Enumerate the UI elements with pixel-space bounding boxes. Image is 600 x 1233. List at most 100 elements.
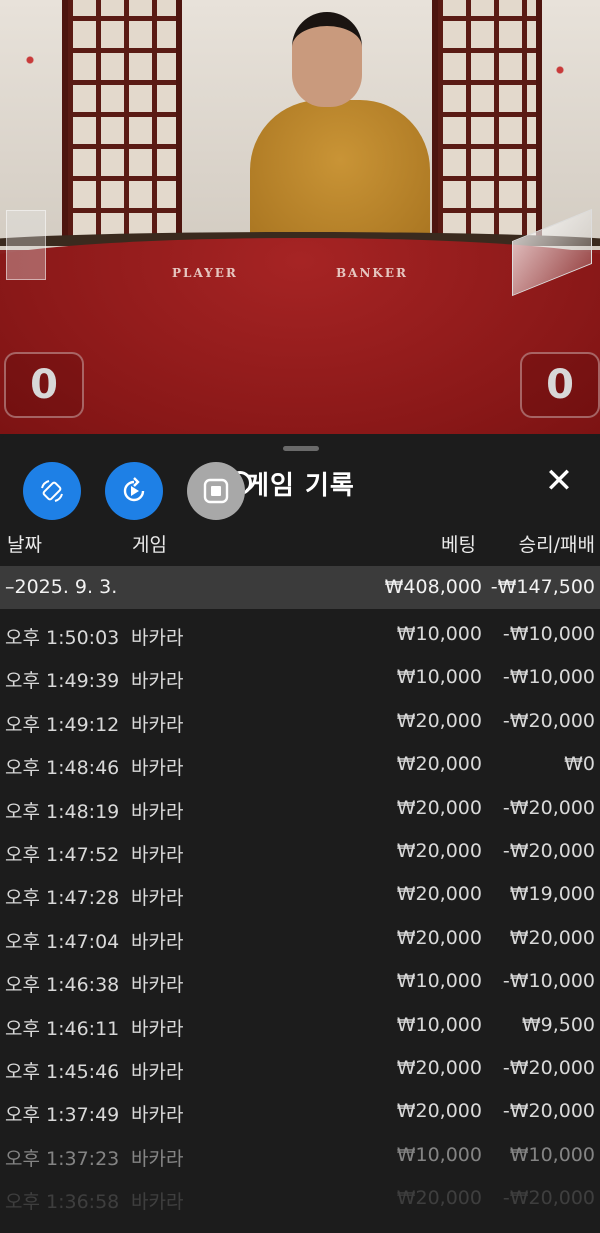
row-result: -₩20,000 bbox=[502, 796, 595, 819]
table-row[interactable]: 오후 1:46:38 바카라 ₩10,000 -₩10,000 bbox=[0, 961, 600, 1004]
row-time: 오후 1:49:12 bbox=[5, 713, 120, 736]
column-result: 승리/패배 bbox=[518, 534, 595, 556]
row-game: 바카라 bbox=[131, 930, 184, 953]
row-result: -₩20,000 bbox=[502, 839, 595, 862]
baccarat-table bbox=[0, 238, 600, 434]
row-time: 오후 1:47:52 bbox=[5, 843, 120, 866]
row-time: 오후 1:46:11 bbox=[5, 1017, 120, 1040]
row-time: 오후 1:50:03 bbox=[5, 627, 120, 649]
row-result: -₩10,000 bbox=[502, 623, 595, 645]
row-bet: ₩10,000 bbox=[396, 970, 482, 993]
row-bet: ₩10,000 bbox=[396, 623, 482, 645]
row-result: ₩9,500 bbox=[521, 1013, 595, 1036]
row-time: 오후 1:48:46 bbox=[5, 757, 120, 780]
row-result: -₩20,000 bbox=[502, 1100, 595, 1123]
column-bet: 베팅 bbox=[441, 534, 476, 556]
close-button[interactable]: ✕ bbox=[542, 464, 576, 498]
row-time: 오후 1:47:04 bbox=[5, 930, 120, 953]
row-game: 바카라 bbox=[131, 1060, 184, 1083]
table-row[interactable]: 오후 1:47:28 바카라 ₩20,000 ₩19,000 bbox=[0, 874, 600, 917]
row-game: 바카라 bbox=[131, 627, 184, 649]
row-bet: ₩20,000 bbox=[396, 1100, 482, 1123]
day-summary-row[interactable]: –2025. 9. 3. ₩408,000 -₩147,500 bbox=[0, 566, 600, 609]
row-bet: ₩20,000 bbox=[396, 1056, 482, 1079]
table-row[interactable]: 오후 1:37:23 바카라 ₩10,000 ₩10,000 bbox=[0, 1135, 600, 1178]
lattice-screen-right bbox=[432, 0, 542, 245]
stop-recording-icon bbox=[203, 478, 229, 504]
table-row[interactable]: 오후 1:47:52 바카라 ₩20,000 -₩20,000 bbox=[0, 831, 600, 874]
row-bet: ₩20,000 bbox=[396, 839, 482, 862]
column-date: 날짜 bbox=[7, 534, 42, 556]
player-felt-label: PLAYER bbox=[172, 266, 238, 280]
lattice-screen-left bbox=[62, 0, 182, 245]
summary-result: -₩147,500 bbox=[490, 576, 595, 598]
row-bet: ₩20,000 bbox=[396, 926, 482, 949]
row-bet: ₩10,000 bbox=[396, 1013, 482, 1036]
row-time: 오후 1:37:23 bbox=[5, 1147, 120, 1170]
row-game: 바카라 bbox=[131, 670, 184, 693]
row-bet: ₩20,000 bbox=[396, 796, 482, 819]
row-time: 오후 1:47:28 bbox=[5, 887, 120, 910]
table-row[interactable]: 오후 1:47:04 바카라 ₩20,000 ₩20,000 bbox=[0, 918, 600, 961]
table-row[interactable]: 오후 1:37:49 바카라 ₩20,000 -₩20,000 bbox=[0, 1091, 600, 1134]
row-game: 바카라 bbox=[131, 843, 184, 866]
row-time: 오후 1:45:46 bbox=[5, 1060, 120, 1083]
row-result: ₩10,000 bbox=[509, 1143, 595, 1166]
banker-score: 0 bbox=[520, 352, 600, 418]
row-time: 오후 1:49:39 bbox=[5, 670, 120, 693]
row-bet: ₩10,000 bbox=[396, 1143, 482, 1166]
table-row[interactable]: 오후 1:49:12 바카라 ₩20,000 -₩20,000 bbox=[0, 701, 600, 744]
row-game: 바카라 bbox=[131, 800, 184, 823]
table-row[interactable]: 오후 1:45:46 바카라 ₩20,000 -₩20,000 bbox=[0, 1048, 600, 1091]
dealer bbox=[250, 100, 430, 250]
row-result: ₩0 bbox=[564, 753, 595, 776]
row-result: -₩20,000 bbox=[502, 709, 595, 732]
row-game: 바카라 bbox=[131, 1191, 184, 1214]
player-score: 0 bbox=[4, 352, 84, 418]
dealer-head bbox=[292, 12, 362, 107]
row-result: ₩19,000 bbox=[509, 883, 595, 906]
banker-felt-label: BANKER bbox=[336, 266, 408, 280]
row-game: 바카라 bbox=[131, 1147, 184, 1170]
table-row[interactable]: 오후 1:48:46 바카라 ₩20,000 ₩0 bbox=[0, 744, 600, 787]
rotate-screen-icon bbox=[41, 480, 63, 502]
row-bet: ₩20,000 bbox=[396, 753, 482, 776]
sheet-drag-handle[interactable] bbox=[283, 446, 319, 451]
row-time: 오후 1:37:49 bbox=[5, 1104, 120, 1127]
table-row[interactable]: 오후 1:46:11 바카라 ₩10,000 ₩9,500 bbox=[0, 1005, 600, 1048]
row-bet: ₩20,000 bbox=[396, 883, 482, 906]
replay-button[interactable] bbox=[105, 462, 163, 520]
table-row[interactable]: 오후 1:36:58 바카라 ₩20,000 -₩20,000 bbox=[0, 1178, 600, 1221]
row-game: 바카라 bbox=[131, 1017, 184, 1040]
row-game: 바카라 bbox=[131, 974, 184, 997]
rotate-screen-button[interactable] bbox=[23, 462, 81, 520]
live-video-feed: PLAYER BANKER 0 0 bbox=[0, 0, 600, 434]
game-history-sheet: 게임 기록 ✕ 날짜 게임 베팅 승리/패배 –2025. 9. 3. ₩408… bbox=[0, 434, 600, 1233]
history-table-header: 날짜 게임 베팅 승리/패배 bbox=[0, 530, 600, 558]
row-time: 오후 1:36:58 bbox=[5, 1191, 120, 1214]
row-result: ₩20,000 bbox=[509, 926, 595, 949]
row-result: -₩20,000 bbox=[502, 1187, 595, 1210]
replay-icon bbox=[123, 477, 145, 502]
row-game: 바카라 bbox=[131, 757, 184, 780]
row-bet: ₩20,000 bbox=[396, 709, 482, 732]
row-bet: ₩20,000 bbox=[396, 1187, 482, 1210]
discard-tray bbox=[6, 210, 46, 280]
row-result: -₩10,000 bbox=[502, 666, 595, 689]
sheet-title: 게임 기록 bbox=[245, 471, 355, 501]
row-time: 오후 1:48:19 bbox=[5, 800, 120, 823]
row-result: -₩20,000 bbox=[502, 1056, 595, 1079]
summary-date: –2025. 9. 3. bbox=[5, 576, 118, 598]
row-result: -₩10,000 bbox=[502, 970, 595, 993]
column-game: 게임 bbox=[132, 534, 167, 556]
table-row[interactable]: 오후 1:49:39 바카라 ₩10,000 -₩10,000 bbox=[0, 657, 600, 700]
row-time: 오후 1:46:38 bbox=[5, 974, 120, 997]
row-game: 바카라 bbox=[131, 713, 184, 736]
table-row[interactable]: 오후 1:50:03 바카라 ₩10,000 -₩10,000 bbox=[0, 614, 600, 657]
row-game: 바카라 bbox=[131, 1104, 184, 1127]
table-row[interactable]: 오후 1:48:19 바카라 ₩20,000 -₩20,000 bbox=[0, 788, 600, 831]
stop-recording-button[interactable] bbox=[187, 462, 245, 520]
row-game: 바카라 bbox=[131, 887, 184, 910]
summary-bet: ₩408,000 bbox=[384, 576, 482, 598]
history-list: 오후 1:50:03 바카라 ₩10,000 -₩10,000 오후 1:49:… bbox=[0, 614, 600, 1221]
